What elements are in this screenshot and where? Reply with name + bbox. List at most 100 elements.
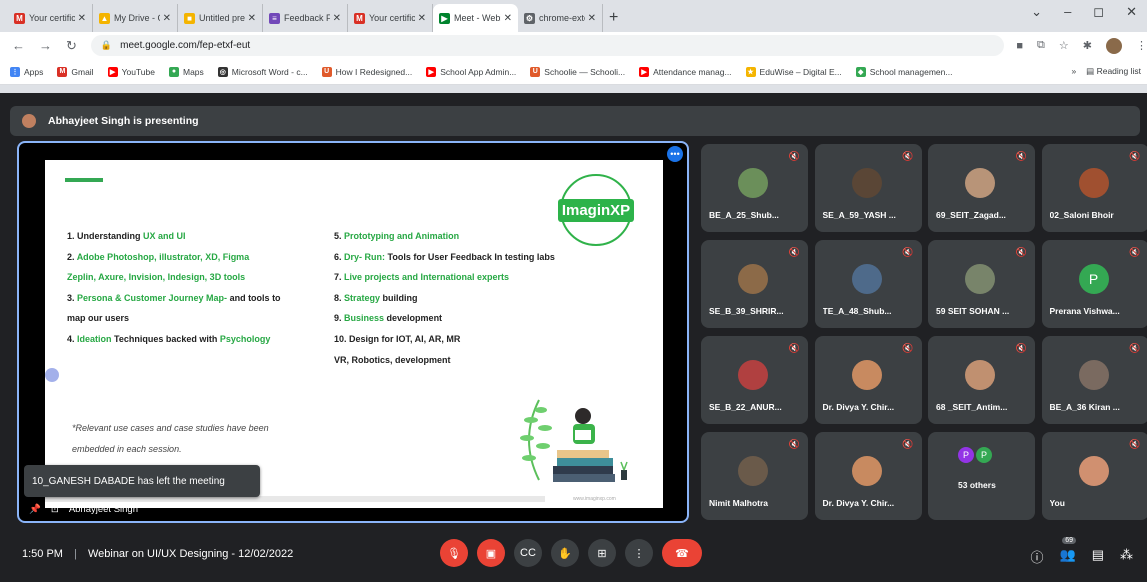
bookmark-item[interactable]: U Schoolie — Schooli... xyxy=(530,66,625,77)
participant-tile[interactable]: 🔇 SE_B_39_SHRIR... xyxy=(701,240,808,328)
muted-mic-icon: 🔇 xyxy=(902,343,914,353)
extensions-icon[interactable]: ✱ xyxy=(1083,39,1092,52)
participant-avatar xyxy=(965,264,995,294)
tab-close-icon[interactable]: ✕ xyxy=(588,13,596,24)
participant-tile[interactable]: 🔇 BE_A_25_Shub... xyxy=(701,144,808,232)
chrome-menu-icon[interactable]: ⋮ xyxy=(1136,39,1147,52)
bookmark-item[interactable]: ▶ YouTube xyxy=(107,66,155,77)
participant-tile[interactable]: 🔇 Dr. Divya Y. Chir... xyxy=(814,432,922,520)
bookmark-item[interactable]: ★ EduWise – Digital E... xyxy=(745,66,842,77)
maximize-button[interactable]: ◻ xyxy=(1093,4,1104,20)
toast-text: 10_GANESH DABADE has left the meeting xyxy=(32,475,225,487)
camera-toggle-button[interactable]: ▣ xyxy=(477,539,505,567)
close-window-button[interactable]: ✕ xyxy=(1126,4,1137,20)
tab-close-icon[interactable]: ✕ xyxy=(163,13,171,24)
participant-count-badge: 69 xyxy=(1062,537,1076,544)
browser-tab[interactable]: ≡ Feedback Form * Web✕ xyxy=(263,4,348,32)
reload-icon[interactable]: ↻ xyxy=(66,38,77,54)
participant-tile[interactable]: 🔇 59 SEIT SOHAN ... xyxy=(928,240,1035,328)
participant-tile[interactable]: P P 53 others xyxy=(928,432,1035,520)
browser-tab[interactable]: ■ Untitled presentation✕ xyxy=(178,4,263,32)
other-avatar: P xyxy=(958,447,974,463)
meeting-time: 1:50 PM xyxy=(22,548,63,560)
mic-toggle-button[interactable]: 🎙 xyxy=(440,539,468,567)
slide-line: 8. Strategy building xyxy=(334,288,624,309)
participant-tile[interactable]: 🔇 BE_A_36 Kiran ... xyxy=(1041,336,1147,424)
participant-tile[interactable]: 🔇 68 _SEIT_Antim... xyxy=(928,336,1035,424)
tab-close-icon[interactable]: ✕ xyxy=(418,13,426,24)
slide-highlight: Live projects and International experts xyxy=(344,272,510,283)
participant-tile[interactable]: 🔇 Dr. Divya Y. Chir... xyxy=(814,336,922,424)
share-icon[interactable]: ⧉ xyxy=(1037,39,1045,52)
back-icon[interactable]: ← xyxy=(12,38,25,54)
end-call-button[interactable]: ☎ xyxy=(662,539,702,567)
pin-icon[interactable]: 📌 xyxy=(29,504,41,515)
slide-line: 4. Ideation Techniques backed with Psych… xyxy=(67,329,337,350)
participant-tile[interactable]: 🔇 02_Saloni Bhoir xyxy=(1041,144,1147,232)
raise-hand-button[interactable]: ✋ xyxy=(551,539,579,567)
reading-list-label: Reading list xyxy=(1096,66,1141,76)
participant-tile[interactable]: 🔇 SE_B_22_ANUR... xyxy=(701,336,808,424)
browser-tab[interactable]: M Your certificate is here✕ xyxy=(348,4,433,32)
bookmark-item[interactable]: ▶ Attendance manag... xyxy=(639,66,732,77)
more-options-button[interactable]: ⋮ xyxy=(625,539,653,567)
info-icon[interactable]: ⓘ xyxy=(1031,547,1044,566)
bookmark-star-icon[interactable]: ☆ xyxy=(1059,39,1069,52)
profile-avatar[interactable] xyxy=(1106,37,1122,54)
bookmark-item[interactable]: ◎ Microsoft Word - c... xyxy=(217,66,308,77)
activities-icon[interactable]: ⁂ xyxy=(1120,547,1133,566)
participant-tile[interactable]: 🔇 P Prerana Vishwa... xyxy=(1041,240,1147,328)
bookmark-item[interactable]: M Gmail xyxy=(57,66,94,77)
slide-text: 2. xyxy=(67,251,77,262)
browser-tab[interactable]: ▲ My Drive - Google Drive✕ xyxy=(93,4,178,32)
slide-text: 3. xyxy=(67,292,78,303)
tab-favicon-icon: M xyxy=(14,12,25,24)
browser-tab[interactable]: ⚙ chrome-extension://...✕ xyxy=(518,4,603,32)
url-action-icons: ■ ⧉ ☆ ✱ ⋮ xyxy=(1016,37,1147,54)
stage-more-options-button[interactable]: ••• xyxy=(667,146,683,162)
tab-title: Your certificate is here xyxy=(29,13,75,23)
slide-highlight: Zeplin, Axure, Invision, Indesign, 3D to… xyxy=(67,272,246,283)
tab-close-icon[interactable]: ✕ xyxy=(504,13,512,24)
url-field[interactable]: 🔒 meet.google.com/fep-etxf-eut xyxy=(90,35,1005,56)
participant-tile[interactable]: 🔇 Nimit Malhotra xyxy=(701,432,808,520)
minimize-button[interactable]: – xyxy=(1064,4,1071,20)
participant-tile[interactable]: 🔇 TE_A_48_Shub... xyxy=(814,240,922,328)
bookmark-item[interactable]: ▶ School App Admin... xyxy=(426,66,516,77)
bookmark-item[interactable]: U How I Redesigned... xyxy=(321,66,412,77)
camera-permission-icon[interactable]: ■ xyxy=(1016,40,1023,52)
participant-avatar xyxy=(965,360,995,390)
participant-tile[interactable]: 🔇 SE_A_59_YASH ... xyxy=(814,144,922,232)
presenter-name: Abhayjeet Singh xyxy=(68,504,139,515)
forward-icon[interactable]: → xyxy=(39,38,52,54)
participant-name: 69_SEIT_Zagad... xyxy=(936,210,1006,220)
tab-close-icon[interactable]: ✕ xyxy=(333,13,341,24)
bookmark-favicon-icon: ▶ xyxy=(639,66,650,77)
tab-close-icon[interactable]: ✕ xyxy=(248,13,256,24)
nav-buttons: ← → ↻ xyxy=(12,38,77,54)
lock-icon[interactable]: 🔒 xyxy=(101,40,112,51)
new-tab-button[interactable]: + xyxy=(609,4,618,32)
tab-title: My Drive - Google Drive xyxy=(114,13,160,23)
bookmark-item[interactable]: ● Maps xyxy=(168,66,204,77)
participant-avatar xyxy=(851,456,882,486)
people-icon[interactable]: 👥 xyxy=(1060,547,1076,566)
browser-tab[interactable]: ▶ Meet - Webinar✕ xyxy=(433,4,518,32)
presenting-banner: Abhayjeet Singh is presenting xyxy=(10,106,1140,136)
bookmark-item[interactable]: ◆ School managemen... xyxy=(855,66,952,77)
pointer-indicator xyxy=(45,368,59,382)
slide-note-line-2: embedded in each session. xyxy=(72,444,182,454)
participant-tile[interactable]: 🔇 69_SEIT_Zagad... xyxy=(928,144,1035,232)
participant-tile[interactable]: 🔇 You xyxy=(1041,432,1147,520)
meeting-controls-bar: 1:50 PM | Webinar on UI/UX Designing - 1… xyxy=(0,528,1147,582)
browser-tab[interactable]: M Your certificate is here✕ xyxy=(8,4,93,32)
slide-note: *Relevant use cases and case studies hav… xyxy=(72,418,312,460)
present-button[interactable]: ⊞ xyxy=(588,539,616,567)
bookmarks-more-button[interactable]: » xyxy=(1071,66,1076,77)
tab-search-icon[interactable]: ⌄ xyxy=(1031,4,1042,20)
reading-list-button[interactable]: ▤ Reading list xyxy=(1086,66,1141,77)
captions-button[interactable]: CC xyxy=(514,539,542,567)
tab-close-icon[interactable]: ✕ xyxy=(78,13,86,24)
chat-icon[interactable]: ▤ xyxy=(1092,547,1104,566)
bookmark-item[interactable]: ⋮ Apps xyxy=(10,66,43,77)
